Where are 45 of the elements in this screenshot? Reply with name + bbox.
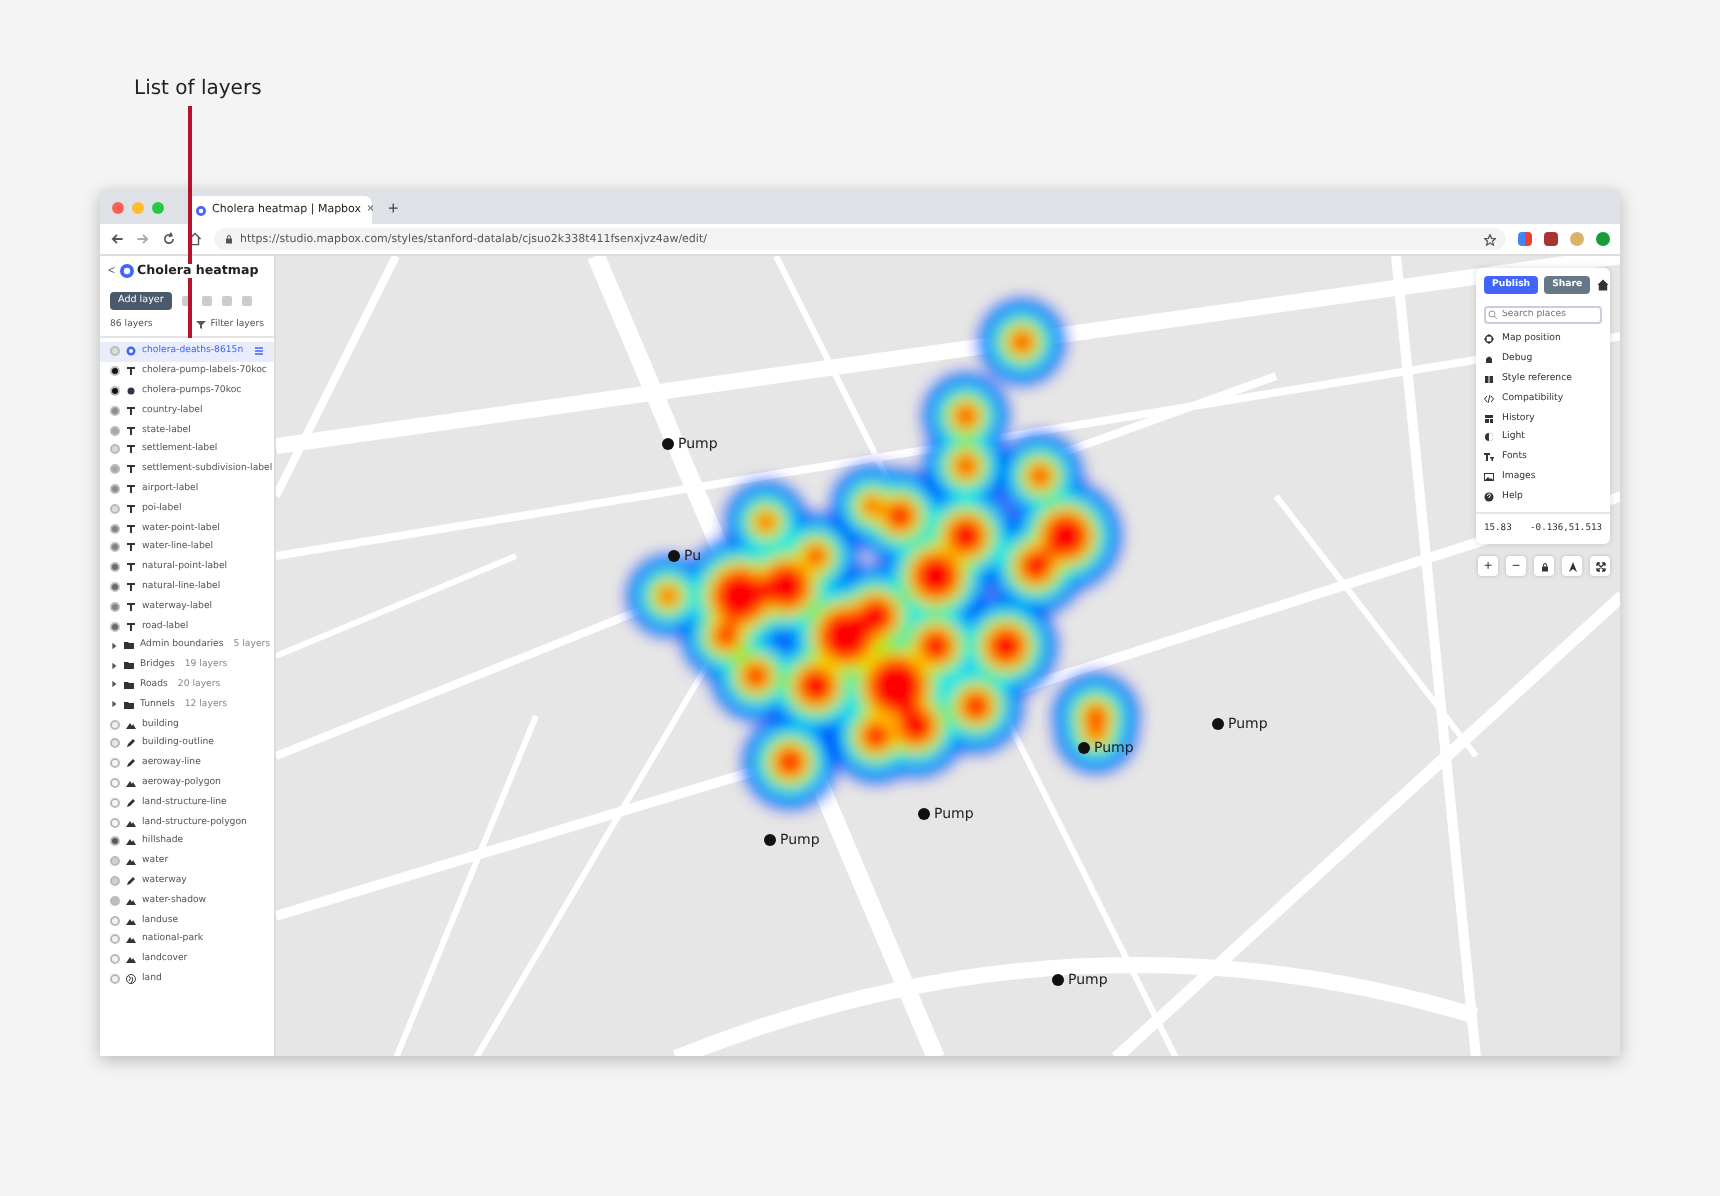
images-icon bbox=[1484, 471, 1494, 482]
home-icon[interactable] bbox=[188, 232, 202, 246]
pump-marker[interactable] bbox=[1212, 718, 1224, 730]
mapbox-logo-icon bbox=[119, 264, 134, 278]
pump-marker[interactable] bbox=[662, 438, 674, 450]
pencil-icon bbox=[126, 797, 136, 808]
globe-icon bbox=[126, 973, 136, 984]
text-icon bbox=[126, 366, 136, 377]
back-arrow-icon[interactable] bbox=[110, 232, 124, 246]
book-icon bbox=[1484, 373, 1494, 384]
fullscreen-icon bbox=[1595, 561, 1605, 571]
pump-marker[interactable] bbox=[1052, 974, 1064, 986]
lock-icon bbox=[224, 234, 234, 244]
light-icon bbox=[1484, 432, 1494, 443]
code-icon bbox=[1484, 393, 1494, 404]
reload-icon[interactable] bbox=[162, 232, 176, 246]
caret-icon[interactable] bbox=[110, 700, 118, 709]
fonts-icon bbox=[1484, 452, 1494, 463]
menu-icon[interactable] bbox=[254, 346, 264, 357]
circle-icon bbox=[126, 385, 136, 396]
history-icon bbox=[1484, 413, 1494, 424]
north-button[interactable] bbox=[1562, 556, 1582, 576]
annotation-label: List of layers bbox=[134, 78, 262, 100]
fullscreen-button[interactable] bbox=[1590, 556, 1610, 576]
pencil-icon bbox=[126, 875, 136, 886]
inspect-button[interactable] bbox=[1534, 556, 1554, 576]
new-tab-button[interactable]: + bbox=[380, 197, 407, 217]
pump-marker[interactable] bbox=[668, 550, 680, 562]
fill-icon bbox=[126, 719, 136, 730]
mapbox-logo-icon bbox=[196, 205, 206, 215]
help-icon bbox=[1484, 491, 1494, 502]
caret-icon[interactable] bbox=[110, 641, 118, 650]
fill-icon bbox=[126, 777, 136, 788]
star-icon[interactable] bbox=[1484, 233, 1496, 245]
bug-icon bbox=[1484, 354, 1494, 365]
pump-marker[interactable] bbox=[764, 834, 776, 846]
target-icon bbox=[1484, 334, 1494, 345]
caret-icon[interactable] bbox=[110, 661, 118, 670]
arrow-icon bbox=[1567, 561, 1577, 571]
pump-marker[interactable] bbox=[918, 808, 930, 820]
house-icon[interactable] bbox=[1596, 278, 1611, 292]
filter-icon bbox=[196, 320, 207, 330]
caret-icon[interactable] bbox=[110, 680, 118, 689]
heatmap-icon bbox=[126, 346, 136, 357]
lock-icon bbox=[1539, 561, 1549, 571]
